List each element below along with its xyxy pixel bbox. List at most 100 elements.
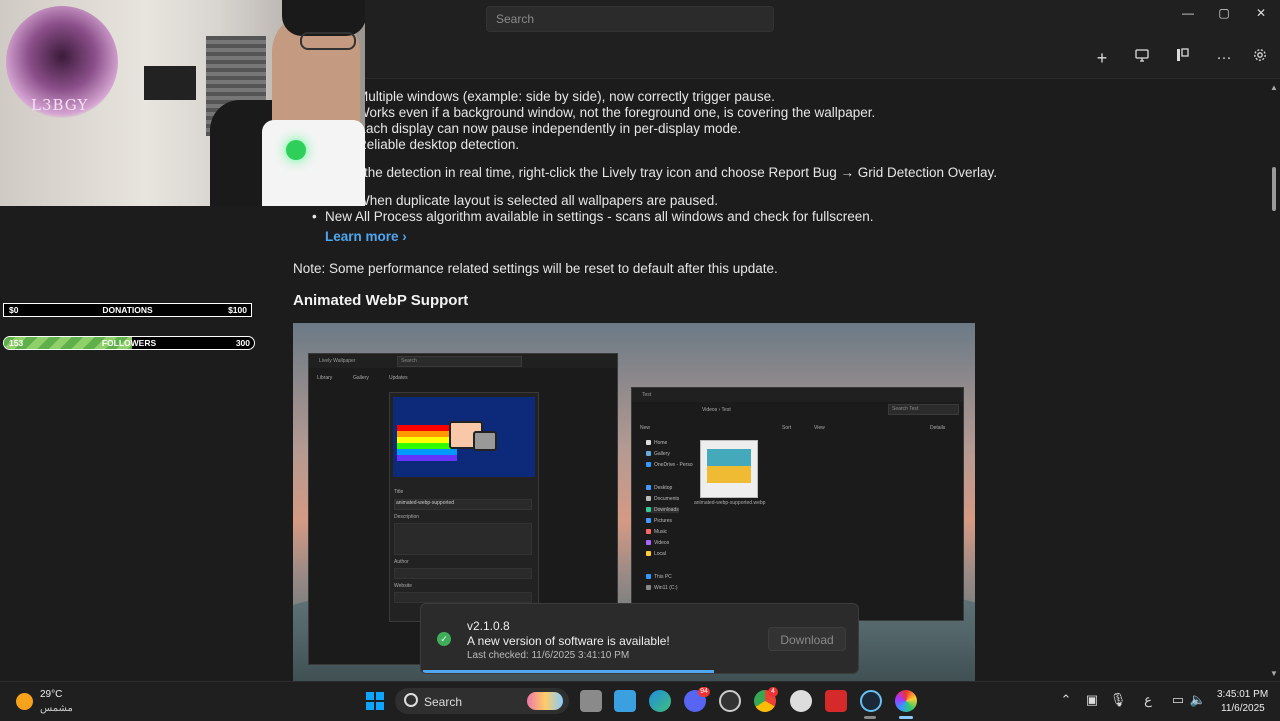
nav-item: Documents [646, 496, 679, 502]
lively-wallpaper-icon[interactable] [895, 690, 917, 712]
cat-face [473, 431, 497, 451]
update-notification: ✓ v2.1.0.8 A new version of software is … [420, 603, 859, 674]
notes-app-icon[interactable] [614, 690, 636, 712]
settings-button[interactable] [1250, 48, 1270, 68]
clock-app-icon[interactable] [719, 690, 741, 712]
add-wallpaper-button[interactable]: + [1092, 48, 1112, 68]
close-button[interactable]: ✕ [1246, 4, 1276, 22]
nav-item: Music [646, 529, 667, 535]
taskbar-search-label: Search [424, 695, 463, 709]
rainbow-trail [397, 425, 457, 461]
field-author-box [394, 568, 532, 579]
webp-file-name: animated-webp-supported.webp [694, 500, 766, 506]
donations-goal: $100 [228, 305, 247, 315]
nav-item: OneDrive - Perso [646, 462, 693, 468]
clock-date[interactable]: 11/6/2025 [1221, 703, 1265, 714]
streamer-cap [282, 0, 365, 36]
explorer-new: New [640, 425, 651, 431]
explorer-tab: Test [632, 388, 963, 402]
tray-app-icon[interactable]: ▣ [1083, 692, 1101, 708]
wallpaper-details-panel: Title animated-webp-supported Descriptio… [389, 392, 539, 622]
scrollbar[interactable]: ▲ ▼ [1268, 79, 1280, 681]
steam-icon[interactable] [860, 690, 882, 712]
followers-goal: 300 [235, 338, 250, 348]
microphone-light [286, 140, 306, 160]
lively-search: Search [397, 356, 522, 367]
pause-button[interactable] [1172, 48, 1192, 68]
field-title-value: animated-webp-supported [396, 500, 455, 506]
volume-icon[interactable]: 🔈 [1189, 692, 1207, 708]
explorer-path: Videos › Test [702, 407, 731, 413]
download-button[interactable]: Download [768, 627, 846, 651]
explorer-sort: Sort [782, 425, 792, 431]
explorer-search: Search Test [888, 404, 959, 415]
screen-layout-button[interactable] [1132, 48, 1152, 68]
nav-item: Win11 (C:) [646, 585, 678, 591]
donations-bar: $0 DONATIONS $100 [3, 303, 252, 317]
windows-start-icon[interactable] [366, 692, 384, 710]
note-line: Reliable desktop detection. [357, 137, 520, 152]
field-website-label: Website [394, 583, 412, 589]
task-view-icon[interactable] [580, 690, 602, 712]
note-line: Each display can now pause independently… [357, 121, 742, 136]
learn-more-link[interactable]: Learn more › [325, 229, 407, 244]
edge-icon[interactable] [649, 690, 671, 712]
note-line: Multiple windows (example: side by side)… [357, 89, 775, 104]
taskbar: 29°C مشمس Search 94 4 ⌃ ▣ 🎙 ع ▭ 🔈 3:45:0… [0, 681, 1280, 721]
network-icon[interactable]: ▭ [1169, 692, 1187, 708]
active-indicator [899, 716, 913, 719]
channel-logo-text: L3BGY [31, 96, 89, 114]
sun-icon[interactable] [16, 693, 33, 710]
webcam-overlay: L3BGY [0, 0, 365, 206]
scroll-thumb[interactable] [1272, 167, 1276, 211]
search-icon [404, 693, 418, 707]
webp-file-thumbnail [700, 440, 758, 498]
field-website-box [394, 592, 532, 603]
nav-item: Desktop [646, 485, 672, 491]
picture-icon [707, 449, 751, 483]
monitor-icon [1135, 49, 1149, 62]
wps-office-icon[interactable] [825, 690, 847, 712]
followers-bar: 153 FOLLOWERS 300 [3, 336, 255, 350]
field-author-label: Author [394, 559, 409, 565]
update-version: v2.1.0.8 [467, 619, 510, 633]
gear-icon [1254, 49, 1266, 61]
update-message: A new version of software is available! [467, 634, 670, 648]
taskbar-search[interactable]: Search [395, 688, 569, 714]
scroll-down-icon[interactable]: ▼ [1269, 669, 1279, 679]
release-notes: Multiple windows (example: side by side)… [293, 79, 1268, 681]
file-explorer-screenshot: Test Videos › Test Search Test New Sort … [631, 387, 964, 621]
nav-item: Home [646, 440, 667, 446]
explorer-details: Details [930, 425, 946, 431]
microphone-icon[interactable]: 🎙 [1109, 692, 1127, 708]
note-bullet: New All Process algorithm available in s… [312, 209, 873, 224]
maximize-button[interactable]: ▢ [1209, 4, 1239, 22]
weather-temperature[interactable]: 29°C [40, 689, 62, 700]
scroll-up-icon[interactable]: ▲ [1269, 83, 1279, 93]
update-note: Note: Some performance related settings … [293, 261, 778, 276]
minimize-button[interactable]: — [1173, 4, 1203, 22]
pause-icon [1177, 48, 1189, 61]
more-button[interactable]: ··· [1214, 48, 1234, 68]
chevron-up-icon[interactable]: ⌃ [1057, 692, 1075, 708]
check-icon: ✓ [437, 632, 451, 646]
followers-label: FOLLOWERS [101, 338, 157, 348]
weather-description[interactable]: مشمس [40, 703, 73, 714]
nav-item: Local [646, 551, 666, 557]
discord-badge: 94 [698, 687, 710, 697]
last-checked: Last checked: 11/6/2025 3:41:10 PM [467, 650, 630, 661]
search-input[interactable]: Search [486, 6, 774, 32]
field-title-label: Title [394, 489, 404, 495]
obs-icon[interactable] [790, 690, 812, 712]
nyan-cat-thumbnail [393, 397, 535, 477]
nav-item: This PC [646, 574, 672, 580]
nav-item: Gallery [646, 451, 670, 457]
lively-tab-updates: Updates [389, 375, 408, 381]
nav-item: Downloads [646, 507, 679, 513]
clock-time[interactable]: 3:45:01 PM [1217, 689, 1268, 700]
running-indicator [864, 716, 876, 719]
note-line: Works even if a background window, not t… [357, 105, 876, 120]
input-language-indicator[interactable]: ع [1139, 692, 1157, 708]
nav-item: Videos [646, 540, 669, 546]
note-line: the detection in real time, right-click … [364, 165, 998, 180]
